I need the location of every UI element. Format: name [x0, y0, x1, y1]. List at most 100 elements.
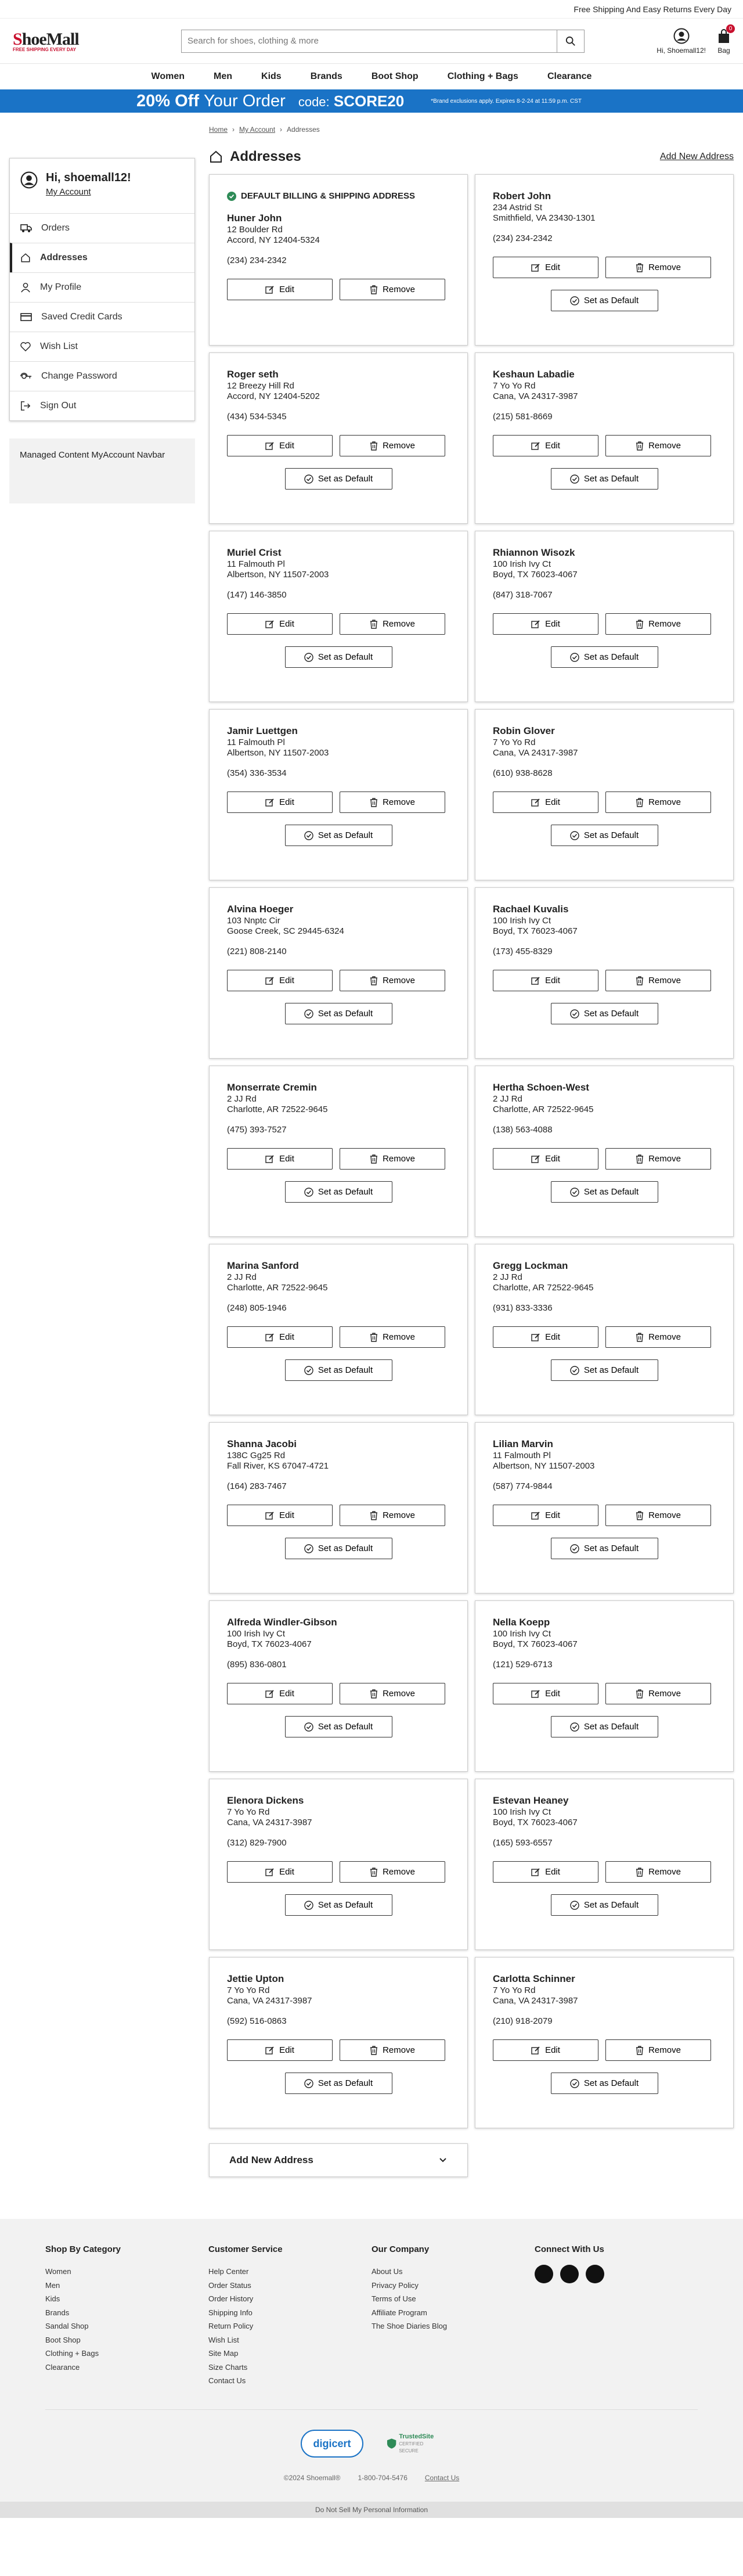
my-account-link[interactable]: My Account	[46, 187, 131, 197]
footer-link[interactable]: Contact Us	[208, 2374, 372, 2388]
remove-address-button[interactable]: Remove	[605, 1683, 711, 1704]
edit-address-button[interactable]: Edit	[227, 1148, 333, 1170]
remove-address-button[interactable]: Remove	[605, 613, 711, 635]
edit-address-button[interactable]: Edit	[227, 435, 333, 456]
set-default-button[interactable]: Set as Default	[550, 1716, 658, 1737]
edit-address-button[interactable]: Edit	[227, 1505, 333, 1526]
add-new-address-link[interactable]: Add New Address	[660, 152, 734, 162]
set-default-button[interactable]: Set as Default	[284, 1359, 392, 1381]
edit-address-button[interactable]: Edit	[493, 1148, 598, 1170]
set-default-button[interactable]: Set as Default	[550, 468, 658, 490]
facebook-icon[interactable]	[535, 2265, 553, 2283]
nav-item-clearance[interactable]: Clearance	[547, 71, 592, 82]
nav-item-boot-shop[interactable]: Boot Shop	[372, 71, 419, 82]
footer-link[interactable]: Sandal Shop	[45, 2319, 208, 2333]
footer-link[interactable]: Privacy Policy	[372, 2279, 535, 2293]
set-default-button[interactable]: Set as Default	[284, 825, 392, 846]
digicert-badge[interactable]: digicert	[301, 2430, 363, 2458]
footer-link[interactable]: Women	[45, 2265, 208, 2279]
set-default-button[interactable]: Set as Default	[550, 825, 658, 846]
footer-link[interactable]: Terms of Use	[372, 2292, 535, 2306]
remove-address-button[interactable]: Remove	[340, 1683, 445, 1704]
remove-address-button[interactable]: Remove	[605, 435, 711, 456]
set-default-button[interactable]: Set as Default	[284, 1894, 392, 1916]
set-default-button[interactable]: Set as Default	[550, 646, 658, 668]
remove-address-button[interactable]: Remove	[340, 1326, 445, 1348]
sidebar-item-change-password[interactable]: Change Password	[10, 361, 194, 391]
footer-link[interactable]: Site Map	[208, 2347, 372, 2361]
edit-address-button[interactable]: Edit	[493, 1326, 598, 1348]
sidebar-item-wish-list[interactable]: Wish List	[10, 332, 194, 361]
footer-contact-link[interactable]: Contact Us	[425, 2474, 459, 2482]
set-default-button[interactable]: Set as Default	[550, 1003, 658, 1024]
remove-address-button[interactable]: Remove	[340, 1148, 445, 1170]
set-default-button[interactable]: Set as Default	[550, 290, 658, 311]
remove-address-button[interactable]: Remove	[340, 1861, 445, 1883]
footer-link[interactable]: Help Center	[208, 2265, 372, 2279]
remove-address-button[interactable]: Remove	[340, 970, 445, 991]
set-default-button[interactable]: Set as Default	[284, 1003, 392, 1024]
footer-link[interactable]: Brands	[45, 2306, 208, 2320]
set-default-button[interactable]: Set as Default	[550, 1359, 658, 1381]
footer-link[interactable]: Order Status	[208, 2279, 372, 2293]
footer-link[interactable]: Men	[45, 2279, 208, 2293]
pinterest-icon[interactable]	[586, 2265, 604, 2283]
remove-address-button[interactable]: Remove	[605, 791, 711, 813]
footer-link[interactable]: Order History	[208, 2292, 372, 2306]
edit-address-button[interactable]: Edit	[493, 2039, 598, 2061]
edit-address-button[interactable]: Edit	[493, 791, 598, 813]
breadcrumb-account[interactable]: My Account	[239, 125, 275, 134]
footer-link[interactable]: About Us	[372, 2265, 535, 2279]
footer-link[interactable]: The Shoe Diaries Blog	[372, 2319, 535, 2333]
nav-item-men[interactable]: Men	[214, 71, 232, 82]
edit-address-button[interactable]: Edit	[227, 1326, 333, 1348]
remove-address-button[interactable]: Remove	[340, 1505, 445, 1526]
set-default-button[interactable]: Set as Default	[284, 468, 392, 490]
edit-address-button[interactable]: Edit	[227, 791, 333, 813]
remove-address-button[interactable]: Remove	[340, 2039, 445, 2061]
set-default-button[interactable]: Set as Default	[550, 2073, 658, 2094]
edit-address-button[interactable]: Edit	[493, 613, 598, 635]
nav-item-kids[interactable]: Kids	[261, 71, 282, 82]
edit-address-button[interactable]: Edit	[493, 257, 598, 278]
remove-address-button[interactable]: Remove	[340, 791, 445, 813]
nav-item-clothing-bags[interactable]: Clothing + Bags	[448, 71, 518, 82]
edit-address-button[interactable]: Edit	[227, 1683, 333, 1704]
instagram-icon[interactable]	[560, 2265, 579, 2283]
set-default-button[interactable]: Set as Default	[284, 1538, 392, 1559]
set-default-button[interactable]: Set as Default	[284, 1181, 392, 1203]
add-new-address-accordion[interactable]: Add New Address	[209, 2143, 468, 2177]
footer-link[interactable]: Boot Shop	[45, 2333, 208, 2347]
remove-address-button[interactable]: Remove	[605, 1326, 711, 1348]
remove-address-button[interactable]: Remove	[605, 2039, 711, 2061]
sidebar-item-orders[interactable]: Orders	[10, 213, 194, 243]
set-default-button[interactable]: Set as Default	[284, 2073, 392, 2094]
remove-address-button[interactable]: Remove	[340, 279, 445, 300]
sidebar-item-sign-out[interactable]: Sign Out	[10, 391, 194, 420]
sidebar-item-addresses[interactable]: Addresses	[10, 243, 194, 272]
remove-address-button[interactable]: Remove	[605, 257, 711, 278]
edit-address-button[interactable]: Edit	[493, 970, 598, 991]
trustedsite-badge[interactable]: TrustedSite CERTIFIED SECURE	[387, 2432, 442, 2455]
edit-address-button[interactable]: Edit	[227, 970, 333, 991]
do-not-sell-link[interactable]: Do Not Sell My Personal Information	[0, 2502, 743, 2518]
edit-address-button[interactable]: Edit	[227, 279, 333, 300]
set-default-button[interactable]: Set as Default	[550, 1538, 658, 1559]
logo[interactable]: ShoeMall FREE SHIPPING EVERY DAY	[13, 30, 146, 52]
footer-link[interactable]: Shipping Info	[208, 2306, 372, 2320]
search-button[interactable]	[557, 29, 585, 53]
edit-address-button[interactable]: Edit	[493, 1683, 598, 1704]
footer-link[interactable]: Clearance	[45, 2361, 208, 2374]
remove-address-button[interactable]: Remove	[340, 435, 445, 456]
footer-link[interactable]: Clothing + Bags	[45, 2347, 208, 2361]
set-default-button[interactable]: Set as Default	[550, 1894, 658, 1916]
footer-link[interactable]: Kids	[45, 2292, 208, 2306]
set-default-button[interactable]: Set as Default	[284, 646, 392, 668]
search-input[interactable]	[181, 29, 557, 53]
edit-address-button[interactable]: Edit	[493, 1861, 598, 1883]
sidebar-item-my-profile[interactable]: My Profile	[10, 272, 194, 302]
sidebar-item-saved-credit-cards[interactable]: Saved Credit Cards	[10, 302, 194, 332]
footer-link[interactable]: Size Charts	[208, 2361, 372, 2374]
remove-address-button[interactable]: Remove	[605, 1861, 711, 1883]
account-menu[interactable]: Hi, Shoemall12!	[657, 28, 706, 55]
